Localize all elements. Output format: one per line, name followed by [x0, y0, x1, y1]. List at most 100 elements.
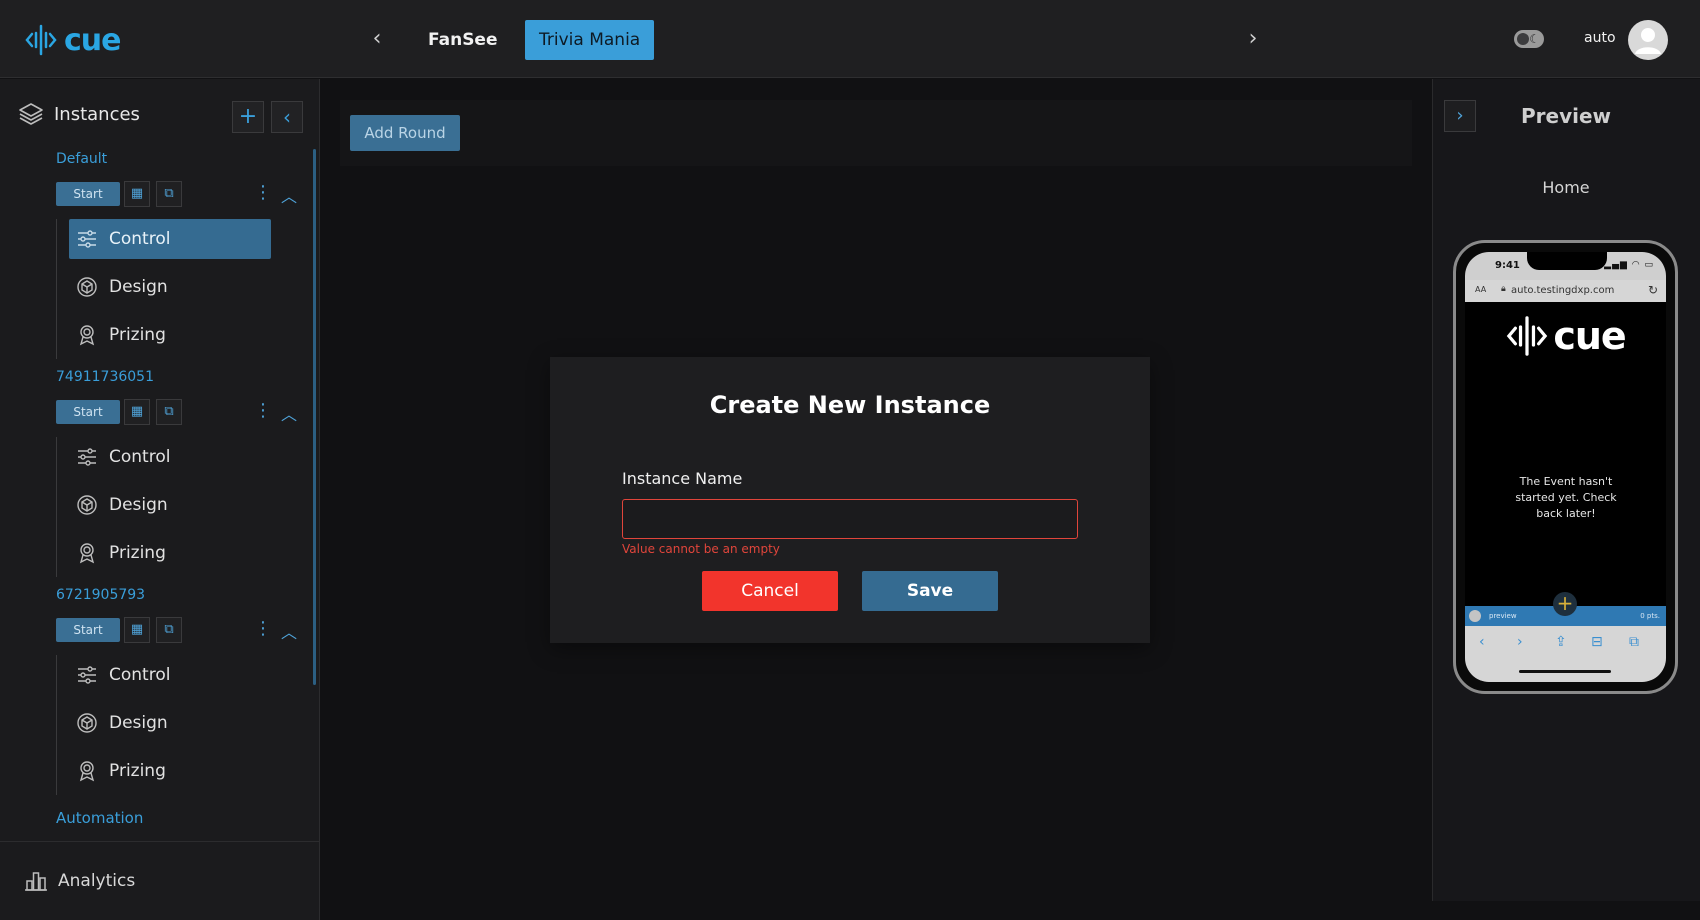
cube-icon [75, 275, 99, 299]
save-button[interactable]: Save [862, 571, 998, 611]
phone-mockup: 9:41 ▂▄▆ ◠ ▭ AA 🔒︎ auto.testingdxp.com ↻… [1453, 240, 1678, 694]
share-icon: ⇪ [1555, 634, 1567, 650]
qr-code-icon[interactable]: ▦ [124, 617, 150, 643]
more-options-icon[interactable]: ⋮ [254, 400, 272, 421]
app-tab-trivia-mania[interactable]: Trivia Mania [525, 20, 655, 60]
sidebar-scrollbar[interactable] [313, 149, 316, 685]
sidebar: Instances + ‹ Default Start ▦ ⧉ ⋮ ︿ Cont… [0, 79, 320, 920]
qr-code-icon[interactable]: ▦ [124, 181, 150, 207]
phone-status-bar: 9:41 ▂▄▆ ◠ ▭ [1465, 252, 1666, 280]
instances-header: Instances [18, 101, 140, 127]
nav-label: Design [109, 713, 168, 733]
nav-label: Control [109, 229, 171, 249]
cue-waveform-icon [1507, 316, 1548, 356]
external-link-icon[interactable]: ⧉ [156, 399, 182, 425]
instance-name-input[interactable] [622, 499, 1078, 539]
nav-prizing-3[interactable]: Prizing [69, 751, 271, 791]
modal-title: Create New Instance [709, 391, 991, 419]
start-button[interactable]: Start [56, 618, 120, 642]
instance-subnav: Control Design Prizing [56, 655, 284, 795]
sidebar-divider [0, 841, 320, 842]
instance-name-label: Instance Name [622, 469, 743, 488]
add-round-button[interactable]: Add Round [350, 115, 460, 151]
app-tab-fansee[interactable]: FanSee [414, 20, 512, 60]
external-link-icon[interactable]: ⧉ [156, 181, 182, 207]
nav-design-2[interactable]: Design [69, 485, 271, 525]
home-indicator [1519, 670, 1611, 673]
phone-screen: 9:41 ▂▄▆ ◠ ▭ AA 🔒︎ auto.testingdxp.com ↻… [1465, 252, 1666, 682]
layers-icon [19, 103, 43, 125]
logo-text: cue [64, 22, 121, 58]
external-link-icon[interactable]: ⧉ [156, 617, 182, 643]
cancel-button[interactable]: Cancel [702, 571, 838, 611]
add-instance-plus-icon[interactable]: + [232, 101, 264, 133]
collapse-chevron-up-icon[interactable]: ︿ [280, 401, 298, 425]
cube-icon [75, 711, 99, 735]
more-options-icon[interactable]: ⋮ [254, 618, 272, 639]
tabs-next-arrow-icon[interactable]: › [1241, 26, 1265, 52]
nav-design-default[interactable]: Design [69, 267, 271, 307]
phone-logo-text: cue [1553, 314, 1626, 358]
qr-code-icon[interactable]: ▦ [124, 399, 150, 425]
nav-control-3[interactable]: Control [69, 655, 271, 695]
nav-label: Prizing [109, 325, 166, 345]
moon-icon: ☾ [1529, 32, 1540, 46]
nav-control-default[interactable]: Control [69, 219, 271, 259]
nav-label: Design [109, 277, 168, 297]
award-icon [75, 541, 99, 565]
analytics-nav[interactable]: Analytics [24, 869, 135, 893]
phone-notch [1527, 252, 1607, 270]
preview-page-name[interactable]: Home [1432, 178, 1700, 197]
rounds-panel [340, 100, 1412, 166]
bookmarks-icon: ⊟ [1591, 634, 1603, 650]
instance-name-default[interactable]: Default [56, 151, 107, 167]
forward-icon: › [1517, 634, 1523, 650]
nav-prizing-2[interactable]: Prizing [69, 533, 271, 573]
collapse-sidebar-chevron-icon[interactable]: ‹ [271, 101, 303, 133]
instance-subnav: Control Design Prizing [56, 219, 284, 359]
signal-wifi-battery-icon: ▂▄▆ ◠ ▭ [1604, 260, 1654, 270]
phone-user-avatar [1469, 610, 1481, 622]
create-instance-modal: Create New Instance Instance Name Value … [550, 357, 1150, 643]
award-icon [75, 323, 99, 347]
automation-link[interactable]: Automation [56, 809, 143, 827]
analytics-label: Analytics [58, 871, 136, 891]
nav-label: Design [109, 495, 168, 515]
more-options-icon[interactable]: ⋮ [254, 182, 272, 203]
reload-icon: ↻ [1647, 283, 1658, 297]
cube-icon [75, 493, 99, 517]
instances-title: Instances [54, 103, 140, 125]
preview-title: Preview [1520, 104, 1612, 128]
nav-prizing-default[interactable]: Prizing [69, 315, 271, 355]
phone-time: 9:41 [1495, 260, 1520, 271]
instance-subnav: Control Design Prizing [56, 437, 284, 577]
nav-label: Control [109, 447, 171, 467]
phone-url-bar: AA 🔒︎ auto.testingdxp.com ↻ [1465, 280, 1666, 302]
theme-toggle[interactable]: ☾ [1514, 30, 1544, 48]
start-button[interactable]: Start [56, 400, 120, 424]
tabs-icon: ⧉ [1629, 634, 1639, 650]
phone-user-name: preview [1489, 612, 1517, 620]
instance-name-2[interactable]: 74911736051 [56, 369, 154, 385]
phone-plus-icon: + [1553, 592, 1577, 616]
user-icon [1635, 28, 1661, 54]
user-name: auto [1584, 30, 1616, 46]
sliders-icon [75, 445, 99, 469]
tabs-prev-arrow-icon[interactable]: ‹ [365, 26, 389, 52]
start-button[interactable]: Start [56, 182, 120, 206]
phone-url: auto.testingdxp.com [1511, 285, 1615, 296]
phone-user-points: 0 pts. [1640, 612, 1660, 620]
nav-label: Prizing [109, 761, 166, 781]
collapse-chevron-up-icon[interactable]: ︿ [280, 183, 298, 207]
cue-waveform-icon [25, 24, 57, 56]
bar-chart-icon [25, 872, 47, 891]
phone-browser-toolbar: ‹ › ⇪ ⊟ ⧉ [1465, 626, 1666, 682]
cue-logo[interactable]: cue [24, 20, 121, 60]
collapse-chevron-up-icon[interactable]: ︿ [280, 619, 298, 643]
sliders-icon [75, 663, 99, 687]
avatar[interactable] [1628, 20, 1668, 60]
nav-control-2[interactable]: Control [69, 437, 271, 477]
instance-name-3[interactable]: 6721905793 [56, 587, 145, 603]
nav-design-3[interactable]: Design [69, 703, 271, 743]
validation-error: Value cannot be an empty [622, 542, 780, 556]
